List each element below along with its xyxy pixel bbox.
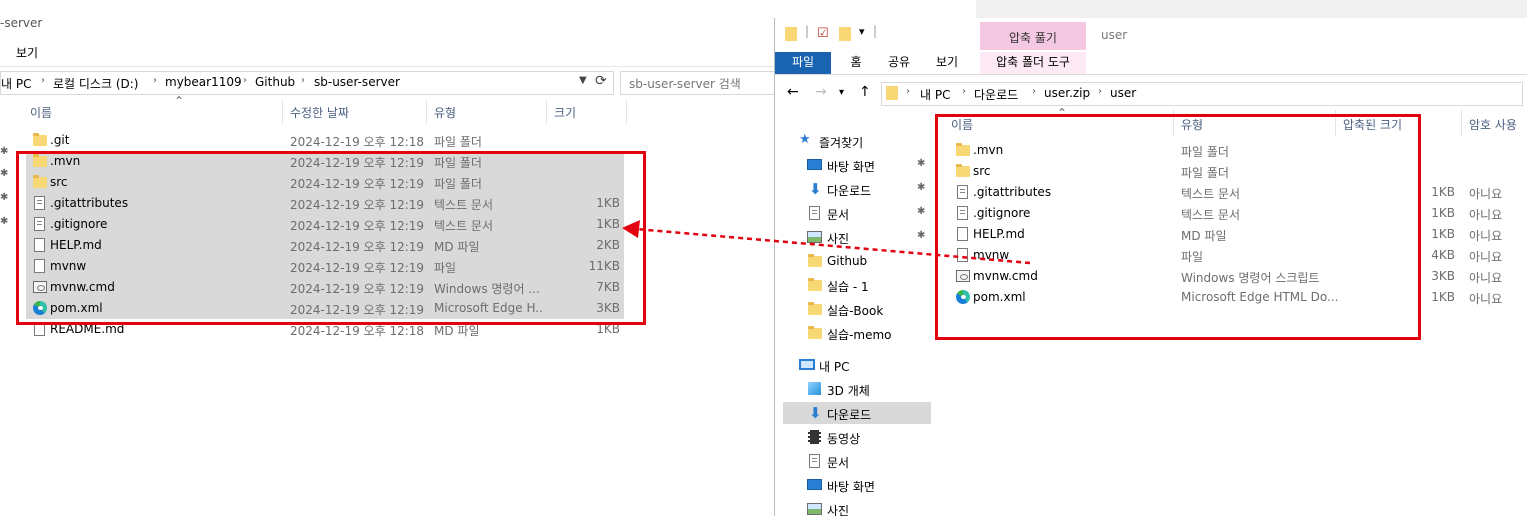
arrow-head-icon (622, 220, 640, 238)
drag-arrow-overlay (622, 220, 1031, 265)
dashed-arrow-line (635, 227, 1031, 265)
